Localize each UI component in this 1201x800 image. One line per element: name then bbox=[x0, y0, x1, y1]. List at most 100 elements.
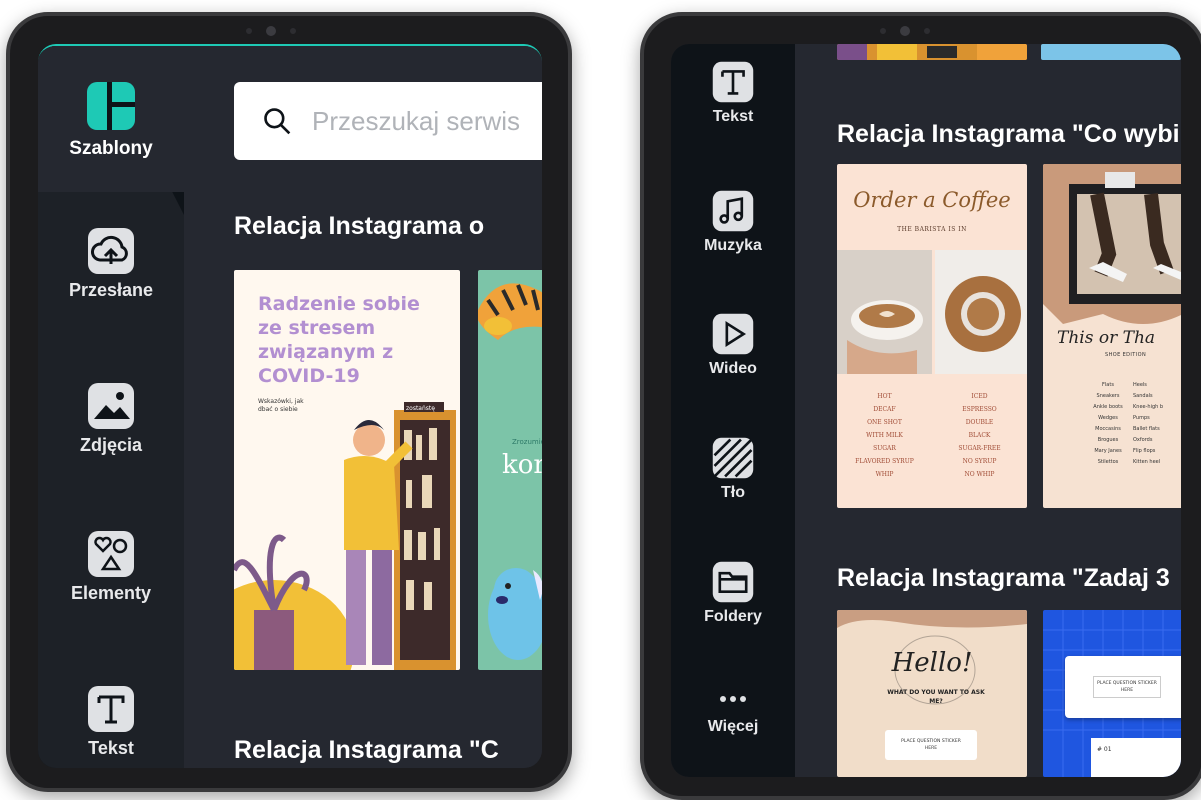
template-card-hello[interactable]: Hello! WHAT DO YOU WANT TO ASK ME? PLACE… bbox=[837, 610, 1027, 777]
shoe-option: Ballet flats bbox=[1133, 426, 1160, 432]
shoe-option: Flip flops bbox=[1133, 448, 1156, 454]
pattern-strip bbox=[837, 44, 1027, 60]
templates-panel: Relacja Instagrama o Radzenie sobie ze s… bbox=[184, 46, 542, 768]
template-card-partial[interactable] bbox=[837, 44, 1027, 60]
sidebar-item-video[interactable]: Wideo bbox=[671, 312, 795, 378]
folder-icon bbox=[712, 561, 754, 603]
template-card-shoe[interactable]: This or Tha SHOE EDITION Flats Sneakers An… bbox=[1043, 164, 1181, 508]
card-subtitle: THE BARISTA IS IN bbox=[897, 226, 967, 233]
coffee-option: WHIP bbox=[875, 471, 894, 478]
search-icon bbox=[264, 108, 291, 135]
upload-cloud-icon bbox=[88, 228, 134, 274]
sidebar-item-folders[interactable]: Foldery bbox=[671, 560, 795, 626]
book-label: zostaństę bbox=[406, 405, 435, 412]
sticker-text: PLACE QUESTION STICKER HERE bbox=[1093, 676, 1161, 698]
sidebar-item-label: Elementy bbox=[70, 583, 152, 603]
shoe-option: Kitten heel bbox=[1133, 459, 1161, 465]
sidebar-item-label: Zdjęcia bbox=[79, 435, 143, 455]
coffee-option: FLAVORED SYRUP bbox=[855, 458, 914, 465]
card-title: This or Tha bbox=[1057, 328, 1156, 348]
shoe-option: Stilettos bbox=[1097, 459, 1119, 465]
sidebar-item-label: Tekst bbox=[712, 108, 754, 125]
sidebar-item-label: Więcej bbox=[707, 718, 759, 735]
coffee-option: DECAF bbox=[873, 406, 896, 413]
sidebar-item-uploads[interactable]: Przesłane bbox=[38, 226, 184, 301]
image-icon bbox=[88, 383, 134, 429]
sidebar-item-templates[interactable]: Szablony bbox=[38, 46, 184, 192]
shoe-option: Sandals bbox=[1133, 393, 1153, 399]
coffee-option: NO WHIP bbox=[964, 471, 995, 478]
sidebar-item-label: Muzyka bbox=[704, 237, 762, 254]
template-card-blue[interactable]: PLACE QUESTION STICKER HERE # 01 bbox=[1043, 610, 1181, 777]
coffee-option: ONE SHOT bbox=[867, 419, 902, 426]
section-title: Relacja Instagrama "Co wybi bbox=[837, 120, 1180, 148]
sidebar: Tekst Muzyka Wideo Tło Foldery Więcej bbox=[671, 44, 795, 777]
sidebar-item-label: Wideo bbox=[709, 360, 757, 377]
coffee-option: BLACK bbox=[968, 432, 991, 439]
coffee-option: SUGAR-FREE bbox=[958, 445, 1001, 452]
coffee-option: HOT bbox=[877, 393, 892, 400]
text-icon bbox=[712, 61, 754, 103]
section-title: Relacja Instagrama "Zadaj 3 bbox=[837, 564, 1170, 592]
shoe-option: Oxfords bbox=[1133, 437, 1153, 443]
music-note-icon bbox=[712, 190, 754, 232]
question-sticker-box: PLACE QUESTION STICKER HERE bbox=[885, 730, 977, 760]
section-title: Relacja Instagrama "C bbox=[234, 736, 499, 764]
search-bar[interactable] bbox=[234, 82, 542, 160]
shoe-option: Pumps bbox=[1133, 415, 1150, 421]
coffee-options-right: ICED ESPRESSO DOUBLE BLACK SUGAR-FREE NO SYRU… bbox=[932, 390, 1027, 481]
sidebar-item-music[interactable]: Muzyka bbox=[671, 189, 795, 255]
editor-screen-left: Szablony Przesłane Zdjęcia Elementy Teks… bbox=[38, 44, 542, 768]
templates-panel: Relacja Instagrama "Co wybi Order a Coff… bbox=[795, 44, 1181, 777]
sidebar-item-label: Szablony bbox=[69, 138, 153, 159]
tablet-left: Szablony Przesłane Zdjęcia Elementy Teks… bbox=[6, 12, 572, 792]
coffee-option: ICED bbox=[971, 393, 988, 400]
coffee-options-left: HOT DECAF ONE SHOT WITH MILK SUGAR FLAVORED S… bbox=[837, 390, 932, 481]
sidebar-item-elements[interactable]: Elementy bbox=[38, 529, 184, 604]
card-small-text: Zrozumieć bbox=[512, 438, 542, 446]
template-card-kids[interactable]: Zrozumieć kor bbox=[478, 270, 542, 670]
template-card-coffee[interactable]: Order a Coffee THE BARISTA IS IN HOT DECA… bbox=[837, 164, 1027, 508]
shoe-option: Knee-high b bbox=[1133, 404, 1164, 410]
coffee-option: ESPRESSO bbox=[962, 406, 997, 413]
shoe-photo bbox=[1043, 164, 1181, 324]
more-dots-icon bbox=[720, 696, 746, 702]
sidebar-item-label: Przesłane bbox=[68, 280, 154, 300]
shoe-options-right: Heels Sandals Knee-high b Pumps Ballet flats… bbox=[1133, 380, 1181, 468]
section-title: Relacja Instagrama o bbox=[234, 212, 485, 240]
shoe-option: Flats bbox=[1102, 382, 1114, 388]
shoe-option: Brogues bbox=[1097, 437, 1119, 443]
play-icon bbox=[712, 313, 754, 355]
bottom-panel: # 01 bbox=[1091, 738, 1181, 777]
shoe-option: Heels bbox=[1133, 382, 1147, 388]
sidebar-item-more[interactable]: Więcej bbox=[671, 684, 795, 736]
sidebar: Szablony Przesłane Zdjęcia Elementy Teks… bbox=[38, 46, 184, 768]
sidebar-item-label: Tło bbox=[721, 484, 745, 501]
shoe-option: Moccasins bbox=[1095, 426, 1121, 432]
editor-screen-right: Tekst Muzyka Wideo Tło Foldery Więcej Re… bbox=[671, 44, 1181, 777]
coffee-photos bbox=[837, 250, 1027, 374]
template-card-covid[interactable]: Radzenie sobie ze stresem związanym z CO… bbox=[234, 270, 460, 670]
illustration-reader: zostaństę bbox=[234, 402, 456, 670]
sidebar-item-text[interactable]: Tekst bbox=[671, 60, 795, 126]
question-sticker-box: PLACE QUESTION STICKER HERE bbox=[1065, 656, 1181, 718]
number-label: # 01 bbox=[1097, 746, 1112, 753]
shoe-option: Wedges bbox=[1098, 415, 1118, 421]
camera-dots bbox=[246, 25, 306, 37]
card-hello-text: Hello! bbox=[891, 648, 973, 678]
search-input[interactable] bbox=[310, 104, 542, 138]
card-title: Order a Coffee bbox=[853, 188, 1011, 212]
tablet-right: Tekst Muzyka Wideo Tło Foldery Więcej Re… bbox=[640, 12, 1201, 800]
sidebar-item-label: Foldery bbox=[704, 608, 762, 625]
coffee-option: WITH MILK bbox=[866, 432, 903, 439]
templates-icon bbox=[87, 82, 135, 130]
sidebar-item-photos[interactable]: Zdjęcia bbox=[38, 381, 184, 456]
template-card-partial[interactable] bbox=[1041, 44, 1181, 60]
shoe-option: Ankle boots bbox=[1093, 404, 1123, 410]
sticker-text: PLACE QUESTION STICKER HERE bbox=[901, 739, 961, 751]
sidebar-item-background[interactable]: Tło bbox=[671, 436, 795, 502]
card-question: WHAT DO YOU WANT TO ASK ME? bbox=[887, 689, 985, 705]
coffee-option: SUGAR bbox=[873, 445, 896, 452]
sidebar-item-text[interactable]: Tekst bbox=[38, 684, 184, 759]
shoe-option: Mary Janes bbox=[1094, 448, 1122, 454]
